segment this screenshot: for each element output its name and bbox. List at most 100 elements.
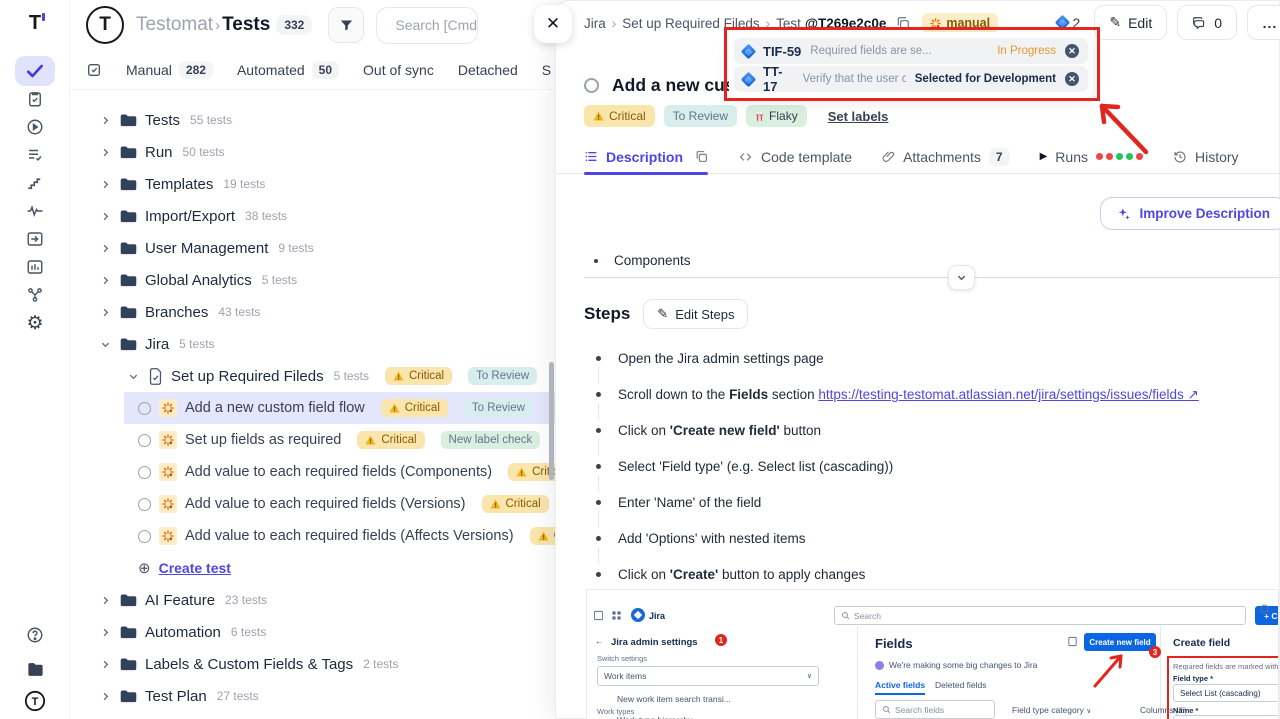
create-new-field-button[interactable]: Create new field: [1084, 633, 1156, 651]
tree-folder-global-analytics[interactable]: Global Analytics5 tests: [70, 264, 555, 296]
chevron-right-icon[interactable]: [100, 627, 112, 638]
tree-folder-automation[interactable]: Automation6 tests: [70, 616, 555, 648]
tab-code-template[interactable]: Code template: [738, 140, 852, 174]
create-test-link[interactable]: ⊕Create test: [124, 552, 555, 584]
tests-check-icon[interactable]: [15, 56, 55, 86]
search-input[interactable]: [395, 17, 478, 33]
tree-folder-user-management[interactable]: User Management9 tests: [70, 232, 555, 264]
test-status-circle[interactable]: [138, 498, 151, 511]
filter-button[interactable]: [328, 7, 364, 43]
tree-suite-set-up-required-fileds[interactable]: Set up Required Fileds5 testsCriticalTo …: [70, 360, 555, 392]
tree-folder-labels-custom-fields-tags[interactable]: Labels & Custom Fields & Tags2 tests: [70, 648, 555, 680]
tab-deleted-fields[interactable]: Deleted fields: [935, 680, 987, 690]
test-status-circle[interactable]: [138, 402, 151, 415]
edit-button[interactable]: ✎ Edit: [1094, 5, 1167, 40]
test-status-circle[interactable]: [584, 78, 599, 93]
chevron-right-icon[interactable]: [100, 147, 112, 158]
tab-active-fields[interactable]: Active fields: [875, 680, 925, 695]
scrollbar-thumb[interactable]: [549, 362, 554, 480]
tree-test-item[interactable]: Set up fields as requiredCriticalNew lab…: [124, 424, 555, 456]
filter-tab-s[interactable]: S: [542, 62, 551, 78]
tree-folder-import-export[interactable]: Import/Export38 tests: [70, 200, 555, 232]
chevron-right-icon[interactable]: [100, 211, 112, 222]
steps-icon[interactable]: [15, 168, 55, 198]
filter-tab-out-of-sync[interactable]: Out of sync: [363, 62, 434, 78]
chevron-right-icon[interactable]: [100, 595, 112, 606]
project-logo[interactable]: T: [86, 6, 124, 44]
tab-description[interactable]: Description: [584, 140, 708, 174]
field-type-select[interactable]: Select List (cascading): [1173, 684, 1279, 702]
work-items-select[interactable]: Work items ∨: [597, 666, 819, 686]
chevron-right-icon[interactable]: [100, 115, 112, 126]
tree-folder-test-plan[interactable]: Test Plan27 tests: [70, 680, 555, 712]
step-link[interactable]: https://testing-testomat.atlassian.net/j…: [818, 387, 1199, 402]
projects-folder-icon[interactable]: [15, 654, 55, 684]
name-input[interactable]: [1173, 715, 1279, 719]
bell-icon[interactable]: [1259, 604, 1270, 615]
edit-steps-button[interactable]: ✎ Edit Steps: [643, 299, 748, 329]
chevron-right-icon[interactable]: [100, 659, 112, 670]
field-type-category-dropdown[interactable]: Field type category ∨: [1012, 705, 1091, 715]
settings-gear-icon[interactable]: ⚙: [15, 308, 55, 338]
jira-link-row[interactable]: TT-17Verify that the user c...Selected f…: [734, 66, 1088, 92]
checklist-icon[interactable]: [15, 140, 55, 170]
comments-button[interactable]: 0: [1177, 5, 1237, 40]
nav-new-work-item[interactable]: New work item search transi...: [617, 694, 731, 704]
import-icon[interactable]: [15, 224, 55, 254]
remove-link-icon[interactable]: ✕: [1065, 44, 1079, 58]
tree-test-item[interactable]: Add value to each required fields (Versi…: [124, 488, 555, 520]
select-all-icon[interactable]: [86, 62, 102, 78]
analytics-chart-icon[interactable]: [15, 252, 55, 282]
more-button[interactable]: ...: [1247, 5, 1280, 40]
tree-test-item[interactable]: Add value to each required fields (Affec…: [124, 520, 555, 552]
chevron-right-icon[interactable]: [100, 275, 112, 286]
test-status-circle[interactable]: [138, 434, 151, 447]
search-fields-input[interactable]: Search fields: [875, 700, 995, 719]
tab-history[interactable]: History: [1173, 140, 1239, 174]
filter-tab-detached[interactable]: Detached: [458, 62, 518, 78]
back-arrow-icon[interactable]: ←: [595, 636, 604, 646]
filter-tab-manual[interactable]: Manual282: [126, 61, 213, 79]
tree-folder-run[interactable]: Run50 tests: [70, 136, 555, 168]
jira-admin-settings-link[interactable]: Jira admin settings: [611, 637, 698, 648]
chevron-right-icon[interactable]: [100, 307, 112, 318]
tree-test-item[interactable]: Add a new custom field flowCriticalTo Re…: [124, 392, 555, 424]
runs-play-icon[interactable]: [15, 112, 55, 142]
copy-icon[interactable]: [695, 150, 708, 163]
chevron-right-icon[interactable]: [100, 691, 112, 702]
attached-screenshot[interactable]: Jira Search + Create ← Jira admin settin…: [586, 589, 1279, 719]
help-icon[interactable]: [15, 620, 55, 650]
set-labels-link[interactable]: Set labels: [828, 109, 889, 124]
jira-search-input[interactable]: Search: [834, 606, 1246, 625]
breadcrumb-project[interactable]: Testomat: [136, 14, 213, 36]
account-logo-icon[interactable]: T: [15, 686, 55, 716]
tree-folder-ai-feature[interactable]: AI Feature23 tests: [70, 584, 555, 616]
breadcrumb-jira[interactable]: Jira: [584, 16, 606, 31]
branches-icon[interactable]: [15, 280, 55, 310]
test-status-circle[interactable]: [138, 530, 151, 543]
chevron-right-icon[interactable]: [100, 243, 112, 254]
tree-test-item[interactable]: Add value to each required fields (Compo…: [124, 456, 555, 488]
chevron-down-icon[interactable]: [128, 371, 140, 382]
close-panel-button[interactable]: ✕: [534, 5, 572, 43]
improve-description-button[interactable]: Improve Description: [1100, 197, 1280, 230]
breadcrumb-section[interactable]: Tests: [222, 14, 270, 36]
testomat-logo-icon[interactable]: T: [15, 8, 55, 38]
tab-attachments[interactable]: Attachments7: [882, 140, 1010, 174]
tab-runs[interactable]: ▶Runs: [1040, 140, 1143, 174]
chevron-down-icon[interactable]: [100, 339, 112, 350]
copy-id-icon[interactable]: [896, 16, 910, 30]
tree-folder-branches[interactable]: Branches43 tests: [70, 296, 555, 328]
remove-link-icon[interactable]: ✕: [1065, 72, 1079, 86]
pulse-icon[interactable]: [15, 196, 55, 226]
breadcrumb-suite[interactable]: Set up Required Fileds: [622, 16, 759, 31]
feedback-icon[interactable]: [1067, 636, 1078, 647]
nav-work-type-hierarchy[interactable]: Work type hierarchy: [617, 715, 692, 719]
jira-link-row[interactable]: TIF-59Required fields are se...In Progre…: [734, 38, 1088, 64]
filter-tab-automated[interactable]: Automated50: [237, 61, 339, 79]
tree-folder-templates[interactable]: Templates19 tests: [70, 168, 555, 200]
test-status-circle[interactable]: [138, 466, 151, 479]
collapse-description-button[interactable]: [948, 265, 975, 290]
tree-folder-jira[interactable]: Jira5 tests: [70, 328, 555, 360]
jira-issues-count[interactable]: 2: [1057, 15, 1081, 31]
